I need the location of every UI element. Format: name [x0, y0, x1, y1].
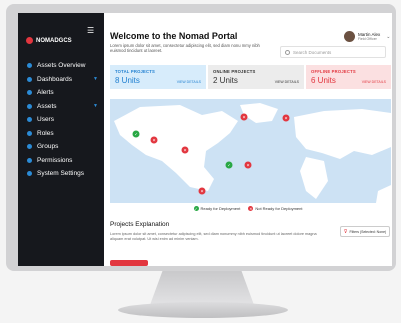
- sidebar-item-label: System Settings: [37, 170, 84, 178]
- stat-label: ONLINE PROJECTS: [213, 69, 256, 74]
- user-role: Field Officer: [358, 37, 377, 41]
- svg-text:✕: ✕: [246, 163, 249, 168]
- sidebar-item-label: Dashboards: [37, 75, 73, 83]
- svg-text:✕: ✕: [183, 148, 186, 153]
- world-map[interactable]: ✓ ✕ ✕ ✕ ✕ ✕ ✓ ✕: [110, 99, 391, 203]
- sidebar-nav: Assets Overview Dashboards ▼ Alerts Asse…: [18, 59, 104, 181]
- user-info: Martin Alex Field Officer: [358, 32, 380, 41]
- legend-not-ready: ✕ Not Ready for Deployment: [248, 206, 302, 211]
- chevron-down-icon: ▼: [93, 102, 98, 109]
- brand-name: NOMADGCS: [36, 37, 72, 44]
- dashboard-icon: [27, 76, 32, 82]
- sidebar-item-label: Permissions: [37, 156, 73, 164]
- stat-card-online-projects[interactable]: ONLINE PROJECTS 2 Units VIEW DETAILS: [208, 65, 304, 89]
- marker-not-ready[interactable]: ✕: [181, 146, 189, 154]
- logo-mark-icon: [26, 37, 33, 44]
- marker-not-ready[interactable]: ✕: [244, 161, 252, 169]
- svg-text:✕: ✕: [242, 115, 245, 120]
- map-legend: ✓ Ready for Deployment ✕ Not Ready for D…: [104, 206, 392, 211]
- search-input[interactable]: Search Documents: [280, 46, 386, 58]
- sidebar-item-system-settings[interactable]: System Settings: [18, 167, 104, 181]
- sidebar-item-users[interactable]: Users: [18, 113, 104, 127]
- stat-label: OFFLINE PROJECTS: [311, 69, 356, 74]
- view-details-link[interactable]: VIEW DETAILS: [362, 80, 386, 84]
- marker-ready[interactable]: ✓: [225, 161, 233, 169]
- sidebar-item-dashboards[interactable]: Dashboards ▼: [18, 73, 104, 87]
- marker-not-ready[interactable]: ✕: [282, 114, 290, 122]
- svg-text:✓: ✓: [134, 132, 137, 137]
- legend-ready-label: Ready for Deployment: [200, 206, 241, 211]
- gear-icon: [27, 171, 32, 177]
- sidebar-item-label: Assets: [37, 102, 57, 110]
- avatar: [344, 31, 355, 42]
- grid-icon: [27, 63, 32, 69]
- legend-not-ready-label: Not Ready for Deployment: [255, 206, 303, 211]
- continent-eurasia: [294, 109, 391, 159]
- view-details-link[interactable]: VIEW DETAILS: [177, 80, 201, 84]
- marker-not-ready[interactable]: ✕: [150, 136, 158, 144]
- main-content: Welcome to the Nomad Portal Lorem ipsum …: [104, 13, 392, 266]
- sidebar-item-label: Roles: [37, 129, 54, 137]
- sidebar-item-label: Alerts: [37, 89, 54, 97]
- marker-not-ready[interactable]: ✕: [240, 113, 248, 121]
- sidebar-item-label: Users: [37, 116, 54, 124]
- marker-not-ready[interactable]: ✕: [198, 187, 206, 195]
- chevron-down-icon: ⌄: [386, 33, 391, 40]
- svg-text:✕: ✕: [200, 189, 203, 194]
- stat-card-offline-projects[interactable]: OFFLINE PROJECTS 6 Units VIEW DETAILS: [306, 65, 391, 89]
- sidebar-item-roles[interactable]: Roles: [18, 127, 104, 141]
- filters-button[interactable]: ⊽ Filters (Selected: None): [340, 226, 390, 237]
- view-details-link[interactable]: VIEW DETAILS: [275, 80, 299, 84]
- check-icon: ✓: [193, 206, 199, 211]
- page-title: Welcome to the Nomad Portal: [110, 31, 238, 41]
- box-icon: [27, 103, 32, 109]
- search-icon: [285, 49, 290, 55]
- monitor-stand-base: [118, 302, 288, 318]
- stat-label: TOTAL PROJECTS: [115, 69, 156, 74]
- monitor-stand-neck: [150, 271, 254, 305]
- sidebar-item-alerts[interactable]: Alerts: [18, 86, 104, 100]
- cross-icon: ✕: [248, 206, 254, 211]
- action-button[interactable]: [110, 260, 148, 266]
- continent-africa: [300, 157, 328, 199]
- filter-icon: ⊽: [343, 228, 348, 235]
- sidebar: ☰ NOMADGCS Assets Overview Dashboards ▼ …: [18, 13, 104, 266]
- map-svg: ✓ ✕ ✕ ✕ ✕ ✕ ✓ ✕: [114, 103, 391, 203]
- screen: ☰ NOMADGCS Assets Overview Dashboards ▼ …: [18, 13, 392, 266]
- marker-ready[interactable]: ✓: [132, 130, 140, 138]
- chevron-down-icon: ▼: [93, 75, 98, 82]
- monitor-bezel: ☰ NOMADGCS Assets Overview Dashboards ▼ …: [6, 4, 396, 271]
- svg-text:✕: ✕: [284, 116, 287, 121]
- legend-ready: ✓ Ready for Deployment: [193, 206, 241, 211]
- stat-card-total-projects[interactable]: TOTAL PROJECTS 8 Units VIEW DETAILS: [110, 65, 206, 89]
- continent-north-america: [114, 105, 238, 191]
- sidebar-item-label: Groups: [37, 143, 59, 151]
- lock-icon: [27, 157, 32, 163]
- projects-title: Projects Explanation: [110, 221, 170, 228]
- sidebar-item-groups[interactable]: Groups: [18, 140, 104, 154]
- continent-south-america: [376, 185, 391, 203]
- sidebar-item-assets[interactable]: Assets ▼: [18, 100, 104, 114]
- search-placeholder: Search Documents: [293, 49, 332, 55]
- role-icon: [27, 130, 32, 136]
- sidebar-item-assets-overview[interactable]: Assets Overview: [18, 59, 104, 73]
- bell-icon: [27, 90, 32, 96]
- groups-icon: [27, 144, 32, 150]
- sidebar-item-permissions[interactable]: Permissions: [18, 154, 104, 168]
- svg-text:✕: ✕: [152, 138, 155, 143]
- user-icon: [27, 117, 32, 123]
- projects-description: Lorem ipsum dolor sit amet, consectetur …: [110, 232, 317, 241]
- sidebar-item-label: Assets Overview: [37, 62, 86, 70]
- brand-logo[interactable]: NOMADGCS: [26, 37, 72, 44]
- menu-icon[interactable]: ☰: [87, 26, 94, 35]
- page-description: Lorem ipsum dolor sit amet, consectetur …: [110, 43, 260, 54]
- filters-label: Filters (Selected: None): [349, 229, 387, 234]
- svg-text:✓: ✓: [227, 163, 230, 168]
- user-menu[interactable]: Martin Alex Field Officer ⌄: [344, 31, 390, 42]
